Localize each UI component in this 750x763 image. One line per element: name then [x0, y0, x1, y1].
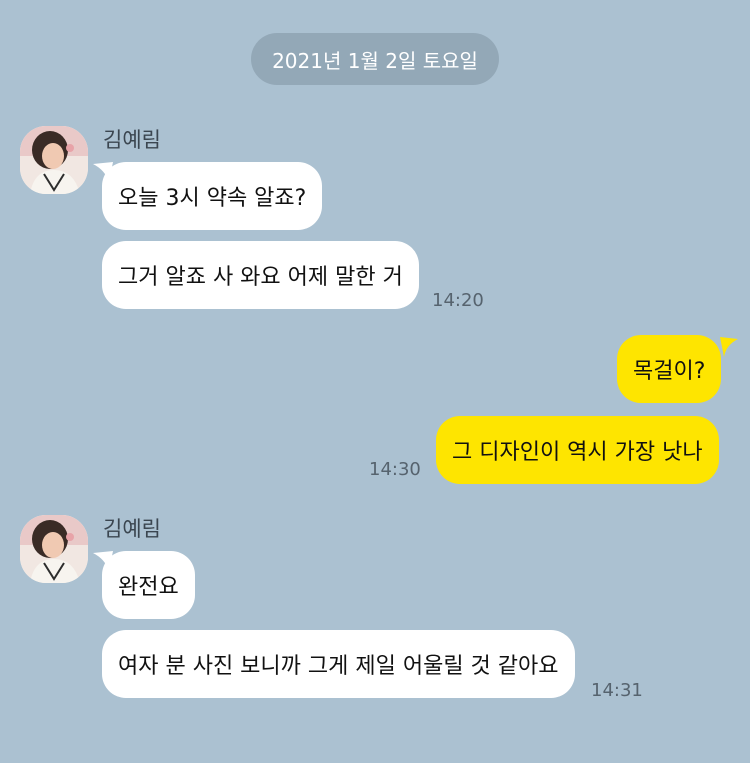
message-bubble-outgoing[interactable]: 목걸이? [617, 335, 722, 403]
bubble-tail-outgoing [720, 337, 738, 357]
message-text: 그거 알죠 사 와요 어제 말한 거 [118, 265, 403, 290]
message-bubble-incoming[interactable]: 완전요 [102, 551, 195, 619]
message-text: 오늘 3시 약속 알죠? [118, 186, 307, 211]
date-divider: 2021년 1월 2일 토요일 [251, 33, 499, 85]
bubble-tail-incoming [93, 551, 113, 571]
message-text: 목걸이? [633, 359, 706, 384]
sender-avatar[interactable] [20, 126, 88, 194]
message-bubble-outgoing[interactable]: 그 디자인이 역시 가장 낫나 [436, 416, 719, 484]
message-bubble-incoming[interactable]: 오늘 3시 약속 알죠? [102, 162, 323, 230]
avatar-photo-icon [20, 515, 88, 583]
bubble-tail-incoming [93, 162, 113, 182]
message-bubble-incoming[interactable]: 여자 분 사진 보니까 그게 제일 어울릴 것 같아요 [102, 630, 575, 698]
avatar-photo-icon [20, 126, 88, 194]
message-timestamp: 14:20 [432, 290, 484, 311]
message-timestamp: 14:31 [591, 680, 643, 701]
sender-avatar[interactable] [20, 515, 88, 583]
message-text: 그 디자인이 역시 가장 낫나 [452, 440, 703, 465]
sender-name: 김예림 [103, 517, 161, 541]
message-timestamp: 14:30 [369, 459, 421, 480]
sender-name: 김예림 [103, 128, 161, 152]
message-text: 완전요 [118, 575, 179, 600]
message-bubble-incoming[interactable]: 그거 알죠 사 와요 어제 말한 거 [102, 241, 419, 309]
message-text: 여자 분 사진 보니까 그게 제일 어울릴 것 같아요 [118, 654, 559, 679]
date-divider-label: 2021년 1월 2일 토요일 [272, 48, 478, 73]
